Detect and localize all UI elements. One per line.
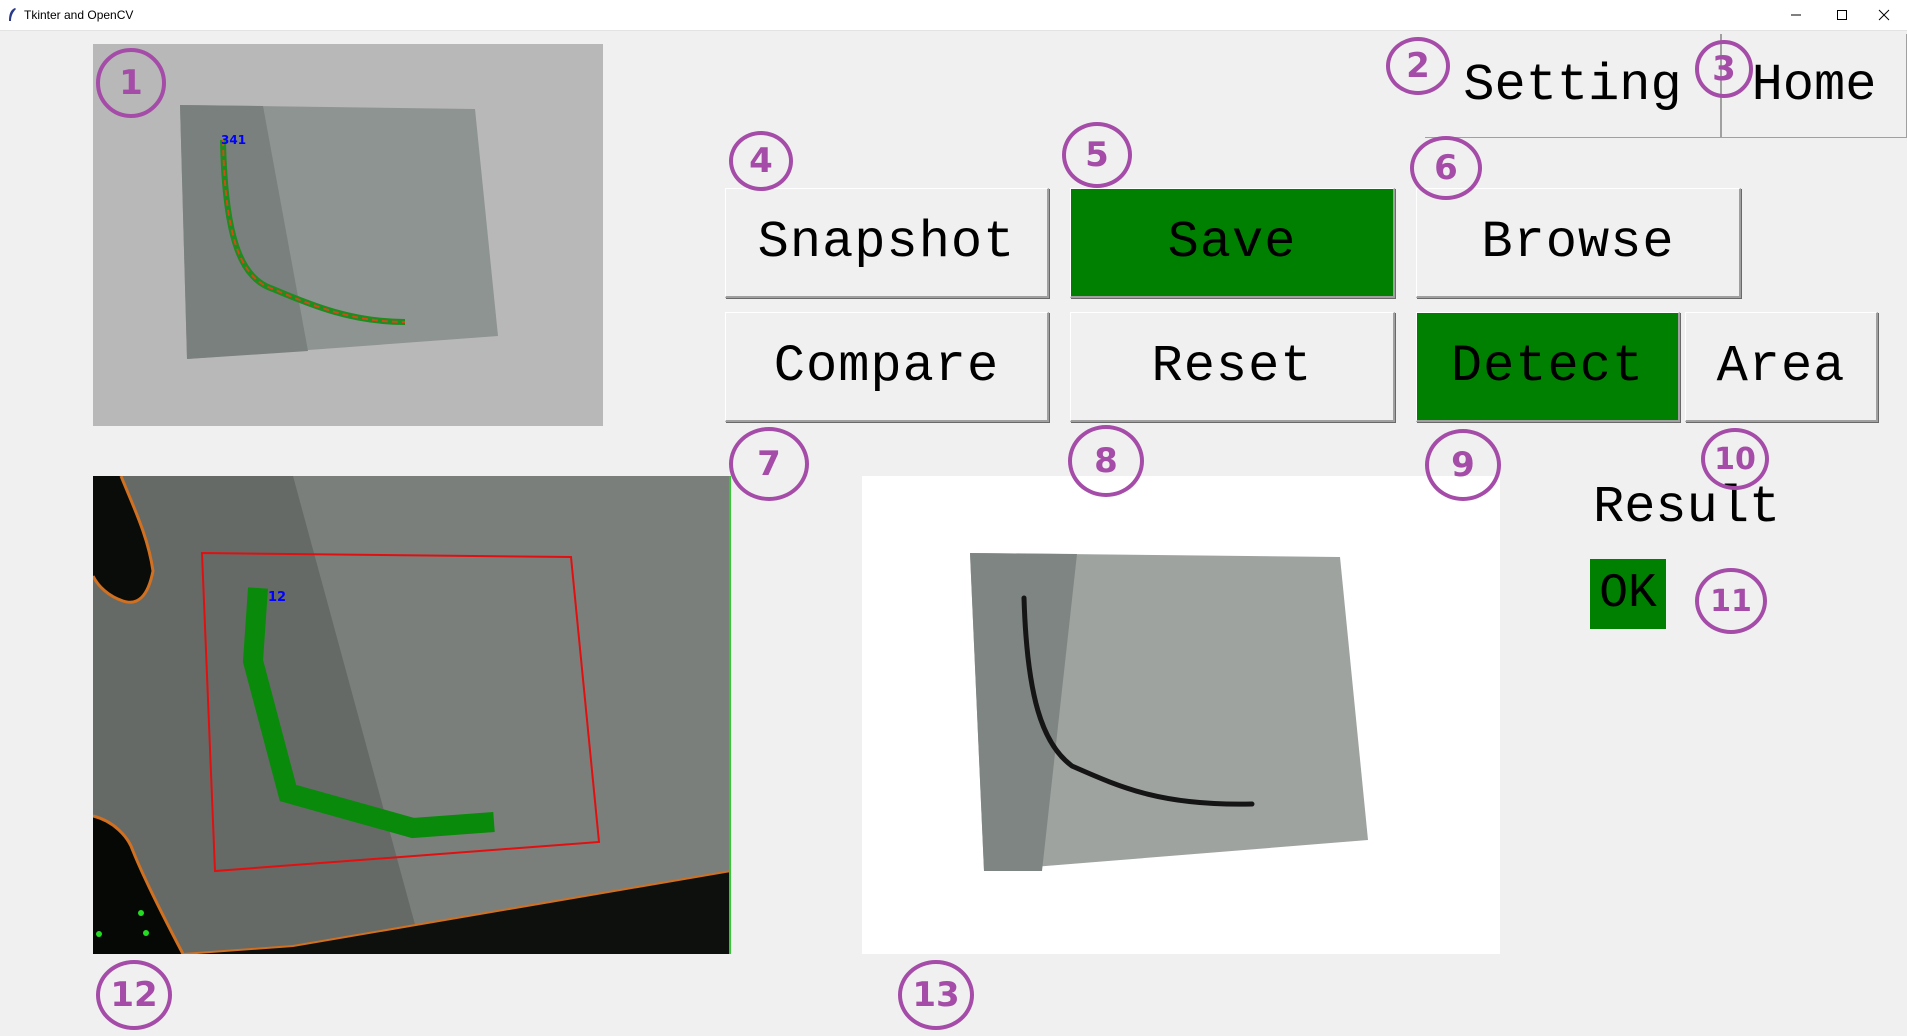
annotation-10: 10 xyxy=(1701,428,1769,490)
annotation-11: 11 xyxy=(1695,568,1767,634)
annotation-4: 4 xyxy=(729,131,793,191)
preview-image: 341 xyxy=(180,105,498,359)
compare-button[interactable]: Compare xyxy=(725,312,1049,422)
home-button[interactable]: Home xyxy=(1721,34,1907,138)
setting-button[interactable]: Setting xyxy=(1425,34,1721,138)
minimize-button[interactable] xyxy=(1773,0,1819,30)
detect-button[interactable]: Detect xyxy=(1416,312,1680,422)
annotation-5: 5 xyxy=(1062,122,1132,188)
result-status-badge: OK xyxy=(1590,559,1666,629)
detection-view: 12 xyxy=(93,476,731,954)
annotation-3: 3 xyxy=(1695,40,1753,98)
annotation-6: 6 xyxy=(1410,136,1482,200)
browse-button[interactable]: Browse xyxy=(1416,188,1741,298)
window-title: Tkinter and OpenCV xyxy=(24,8,134,22)
detection-image: 12 xyxy=(93,476,731,954)
annotation-2: 2 xyxy=(1386,37,1450,95)
reset-button[interactable]: Reset xyxy=(1070,312,1395,422)
feather-icon xyxy=(9,8,16,21)
area-button[interactable]: Area xyxy=(1685,312,1878,422)
minimize-icon xyxy=(1791,14,1801,16)
annotation-7: 7 xyxy=(729,427,809,501)
reference-image-panel xyxy=(862,476,1500,954)
annotation-13: 13 xyxy=(898,960,974,1030)
save-button[interactable]: Save xyxy=(1070,188,1395,298)
preview-contour-label: 341 xyxy=(221,133,246,147)
annotation-8: 8 xyxy=(1068,425,1144,497)
title-bar: Tkinter and OpenCV xyxy=(0,0,1907,31)
detection-contour-label: 12 xyxy=(268,590,286,605)
result-label: Result xyxy=(1593,478,1781,537)
maximize-icon xyxy=(1837,10,1847,20)
annotation-1: 1 xyxy=(96,48,166,118)
close-icon xyxy=(1878,9,1890,21)
snapshot-button[interactable]: Snapshot xyxy=(725,188,1049,298)
annotation-12: 12 xyxy=(96,960,172,1030)
camera-preview: 341 xyxy=(93,44,603,426)
maximize-button[interactable] xyxy=(1819,0,1865,30)
annotation-9: 9 xyxy=(1425,429,1501,501)
close-button[interactable] xyxy=(1861,0,1907,30)
reference-image xyxy=(970,553,1368,871)
